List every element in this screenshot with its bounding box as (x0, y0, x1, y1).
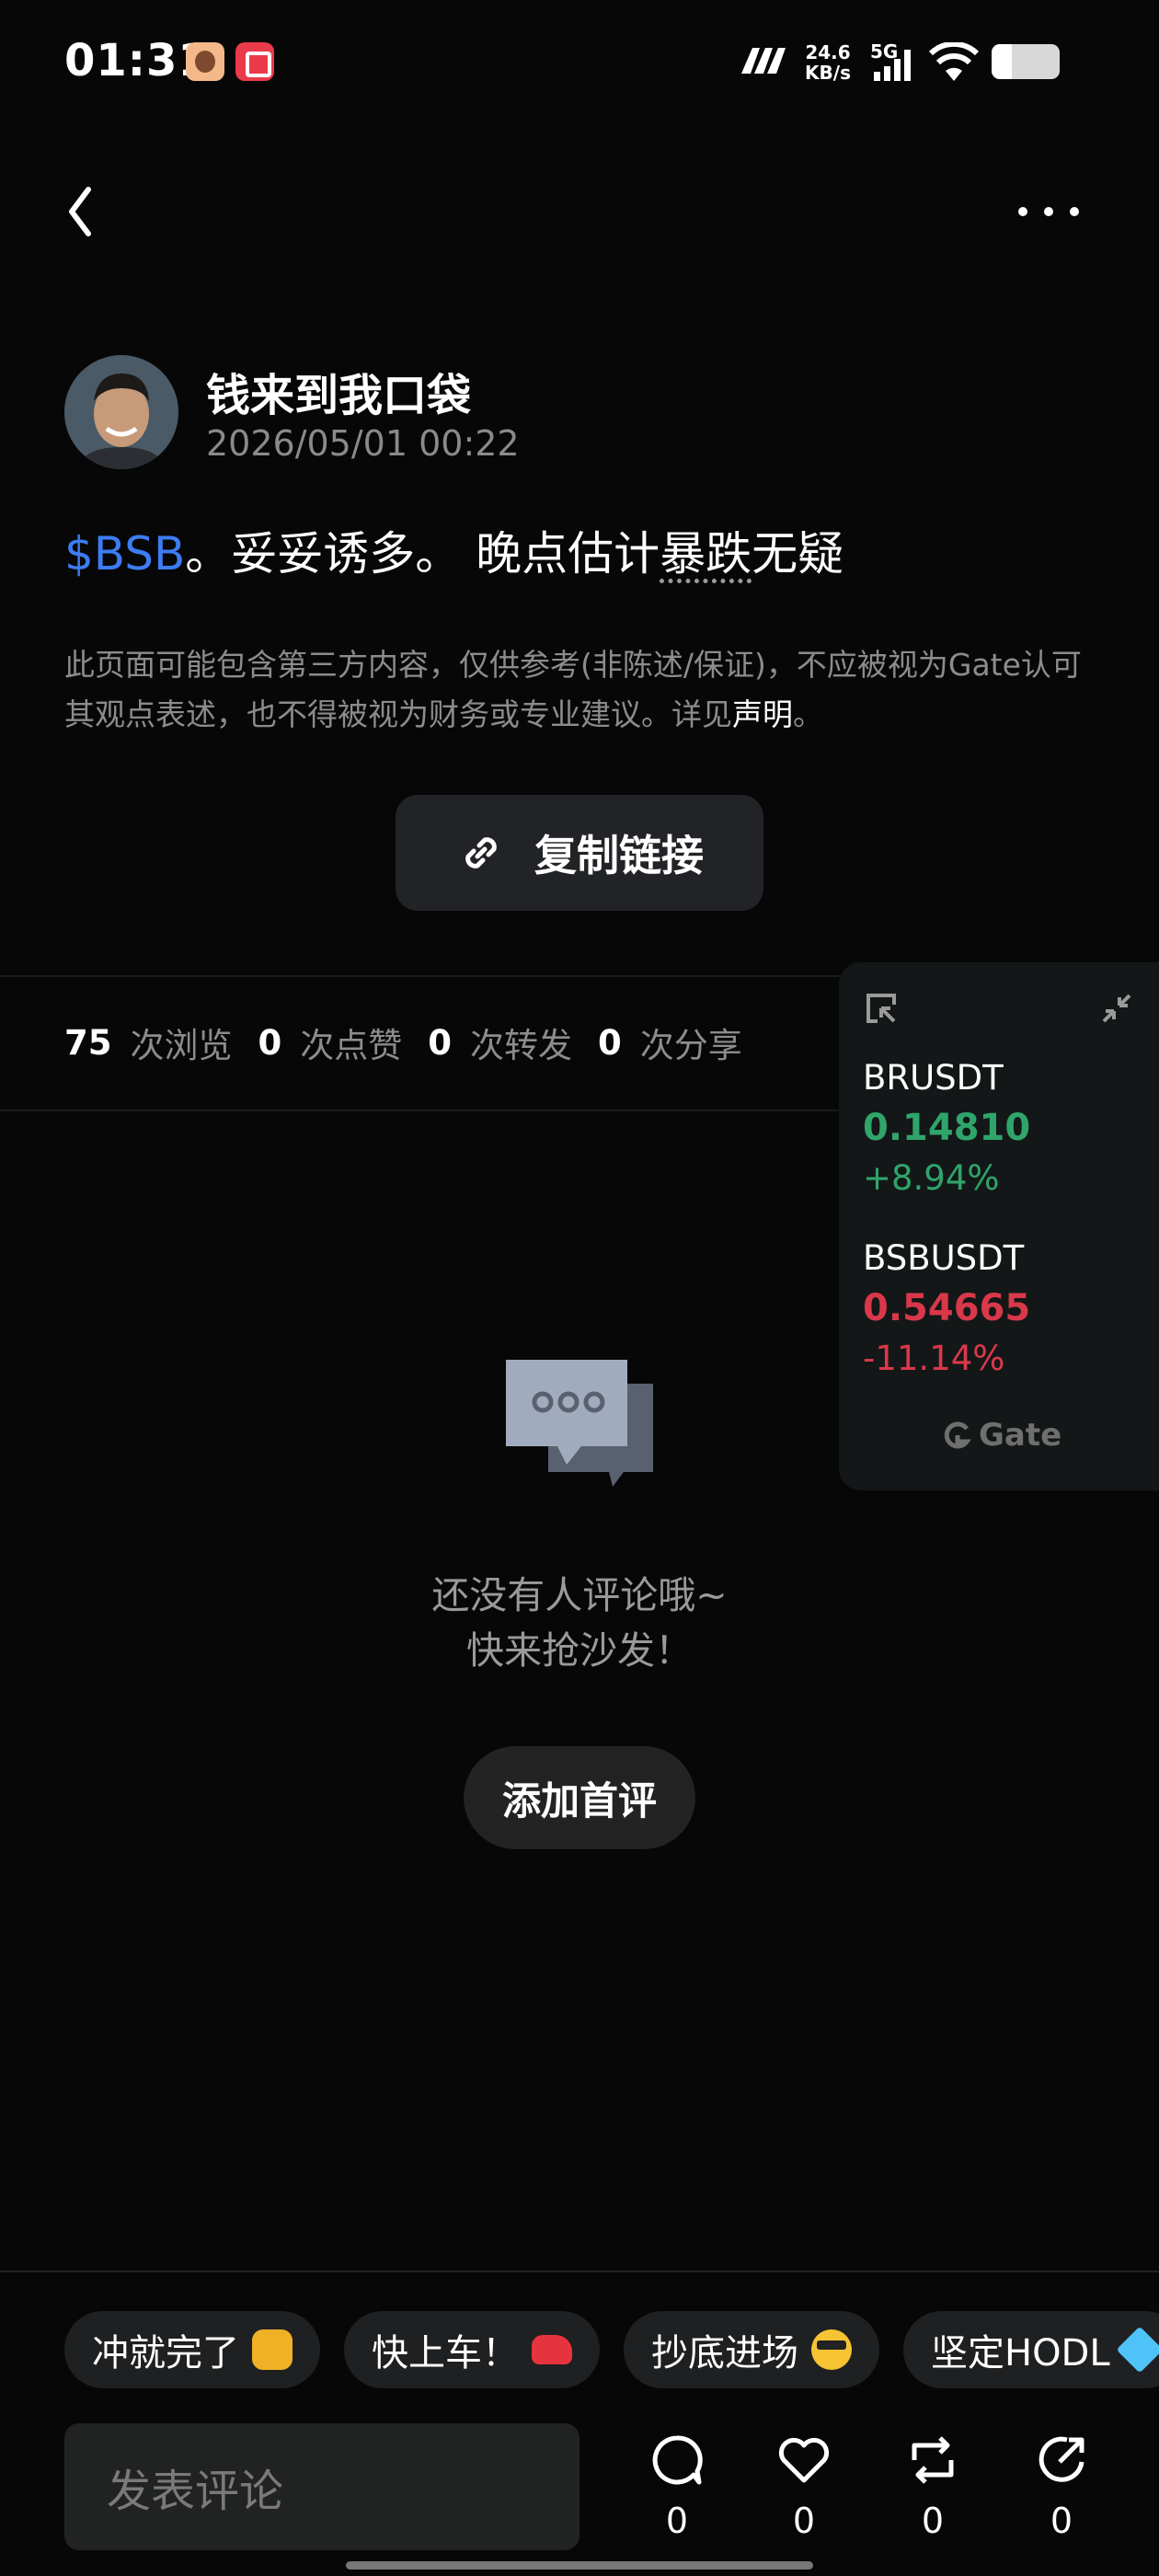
comment-input[interactable]: 发表评论 (64, 2423, 580, 2550)
quick-reply-chip[interactable]: 抄底进场 (624, 2311, 879, 2388)
more-options-icon[interactable] (1012, 193, 1085, 230)
quick-reply-chip[interactable]: 快上车！ (344, 2311, 600, 2388)
repost-button[interactable]: 0 (887, 2432, 979, 2552)
carrier-logo-icon (741, 48, 786, 74)
quick-reply-label: 快上车！ (372, 2332, 519, 2375)
views-label: 次浏览 (130, 1026, 233, 1065)
price-symbol: BRUSDT (863, 1058, 1004, 1098)
post-timestamp: 2026/05/01 00:22 (206, 423, 520, 464)
disclaimer-link[interactable]: 声明 (732, 696, 793, 732)
comment-count: 0 (665, 2501, 689, 2541)
car-emoji-icon (532, 2335, 572, 2364)
shares-count: 0 (598, 1022, 622, 1063)
price-item[interactable]: BRUSDT 0.14810 +8.94% (863, 1058, 1030, 1198)
price-widget[interactable]: BRUSDT 0.14810 +8.94% BSBUSDT 0.54665 -1… (839, 962, 1159, 1490)
popout-icon[interactable] (863, 990, 900, 1027)
reposts-label: 次转发 (470, 1026, 572, 1065)
gem-emoji-icon (1116, 2326, 1159, 2374)
network-speed-unit: KB/s (805, 62, 851, 84)
quick-reply-label: 抄底进场 (651, 2332, 798, 2375)
repost-count: 0 (921, 2501, 945, 2541)
price-change: +8.94% (863, 1158, 1000, 1198)
fist-emoji-icon (252, 2329, 293, 2370)
quick-reply-label: 坚定HODL (931, 2332, 1110, 2375)
likes-count: 0 (258, 1022, 282, 1063)
divider (0, 2271, 1159, 2272)
link-icon (465, 837, 497, 868)
empty-comments-subtext: 快来抢沙发！ (466, 1628, 693, 1673)
empty-comments-text: 还没有人评论哦~ (431, 1573, 728, 1617)
comment-icon (652, 2435, 703, 2485)
battery-level (992, 44, 1013, 79)
disclaimer: 此页面可能包含第三方内容，仅供参考(非陈述/保证)，不应被视为Gate认可其观点… (64, 640, 1104, 740)
likes-label: 次点赞 (300, 1026, 403, 1065)
share-button[interactable]: 0 (1016, 2432, 1107, 2552)
repost-icon (912, 2436, 954, 2484)
price-value: 0.14810 (863, 1107, 1031, 1149)
heart-icon (778, 2437, 830, 2483)
author-avatar[interactable] (64, 355, 178, 469)
like-button[interactable]: 0 (758, 2432, 850, 2552)
gate-logo-text: Gate (979, 1417, 1062, 1454)
gate-logo-icon (944, 1421, 971, 1449)
back-icon[interactable] (52, 175, 116, 248)
app-notification-icon (186, 42, 224, 81)
home-indicator[interactable] (346, 2561, 813, 2570)
post-text-end: 无疑 (752, 527, 844, 581)
copy-link-button[interactable]: 复制链接 (396, 795, 763, 911)
app-notification-icon (235, 42, 274, 81)
post-stats: 75 次浏览 0 次点赞 0 次转发 0 次分享 (64, 1019, 768, 1066)
views-count: 75 (64, 1022, 112, 1063)
status-bar: 01:31 24.6 KB/s 5G (0, 0, 1159, 129)
price-symbol: BSBUSDT (863, 1238, 1025, 1278)
comment-button[interactable]: 0 (631, 2432, 723, 2552)
quick-reply-chip[interactable]: 冲就完了 (64, 2311, 320, 2388)
reposts-count: 0 (428, 1022, 452, 1063)
quick-replies: 冲就完了 快上车！ 抄底进场 坚定HODL (64, 2311, 1159, 2390)
like-count: 0 (792, 2501, 816, 2541)
battery-icon (992, 44, 1060, 79)
quick-reply-chip[interactable]: 坚定HODL (903, 2311, 1159, 2388)
signal-icon: 5G (870, 40, 918, 83)
disclaimer-end: 。 (793, 696, 823, 732)
gate-logo: Gate (942, 1417, 1061, 1454)
post-content: $BSB。妥妥诱多。 晚点估计暴跌无疑 (64, 517, 843, 583)
shares-label: 次分享 (639, 1026, 742, 1065)
share-count: 0 (1050, 2501, 1073, 2541)
network-speed: 24.6 KB/s (798, 42, 857, 83)
author-name[interactable]: 钱来到我口袋 (206, 359, 471, 423)
network-speed-value: 24.6 (805, 41, 851, 63)
ticker-link[interactable]: $BSB (64, 527, 185, 581)
copy-link-label: 复制链接 (534, 831, 704, 880)
price-item[interactable]: BSBUSDT 0.54665 -11.14% (863, 1238, 1030, 1378)
post-text: 。妥妥诱多。 晚点估计 (185, 527, 660, 581)
quick-reply-label: 冲就完了 (92, 2332, 239, 2375)
price-value: 0.54665 (863, 1287, 1031, 1329)
disclaimer-text: 此页面可能包含第三方内容，仅供参考(非陈述/保证)，不应被视为Gate认可其观点… (64, 647, 1082, 732)
price-change: -11.14% (863, 1339, 1005, 1378)
post-keyword[interactable]: 暴跌 (660, 527, 752, 581)
empty-comments-icon (506, 1360, 653, 1487)
collapse-icon[interactable] (1098, 990, 1135, 1027)
wifi-icon (928, 42, 980, 81)
add-first-comment-button[interactable]: 添加首评 (464, 1746, 695, 1849)
sunglasses-emoji-icon (811, 2329, 852, 2370)
share-icon (1039, 2436, 1084, 2482)
